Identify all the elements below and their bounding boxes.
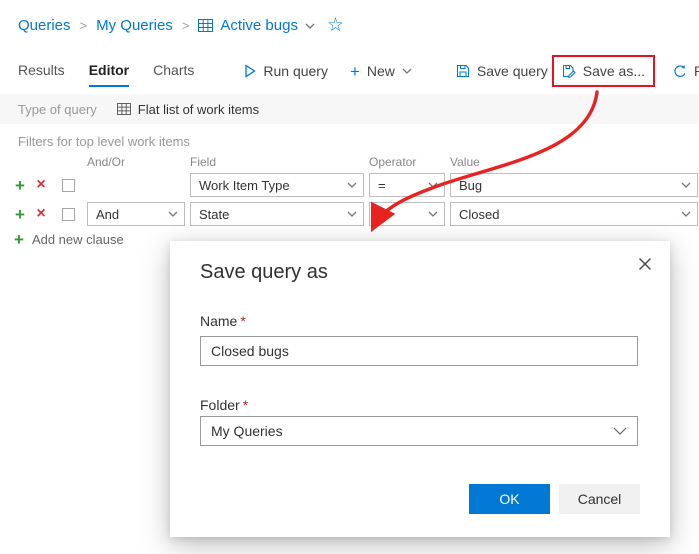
plus-icon: + — [349, 61, 360, 81]
operator-dropdown[interactable]: = — [369, 173, 445, 197]
new-label: New — [366, 63, 395, 79]
operator-value: = — [378, 177, 386, 193]
operator-value: = — [378, 206, 386, 222]
save-query-as-dialog: Save query as Name* Folder* My Queries O… — [170, 241, 670, 537]
andor-value: And — [96, 206, 120, 222]
value-value: Closed — [459, 206, 500, 222]
field-value: Work Item Type — [199, 177, 290, 193]
close-icon[interactable] — [638, 257, 652, 271]
dialog-title: Save query as — [200, 261, 328, 283]
save-query-button[interactable]: Save query — [456, 63, 548, 79]
column-header-andor: And/Or — [87, 155, 126, 169]
revert-button[interactable]: Re — [673, 63, 699, 79]
tab-charts[interactable]: Charts — [153, 55, 194, 87]
save-as-icon — [562, 64, 576, 78]
chevron-down-icon — [402, 68, 412, 74]
filter-row: + × And State = Closed — [12, 202, 698, 226]
query-type-bar: Type of query Flat list of work items — [0, 94, 699, 124]
value-dropdown[interactable]: Closed — [450, 202, 698, 226]
query-type-value[interactable]: Flat list of work items — [116, 101, 260, 117]
breadcrumb-separator: > — [79, 18, 88, 33]
column-header-operator: Operator — [369, 155, 417, 169]
tab-results[interactable]: Results — [18, 55, 65, 87]
query-name-input[interactable] — [200, 336, 638, 366]
filter-clause-grid: And/Or Field Operator Value + × Work Ite… — [12, 155, 698, 248]
required-asterisk: * — [240, 313, 246, 329]
remove-clause-icon[interactable]: × — [33, 177, 49, 193]
chevron-down-icon[interactable] — [305, 23, 315, 29]
breadcrumb-my-queries[interactable]: My Queries — [96, 17, 173, 34]
undo-icon — [673, 64, 687, 78]
chevron-down-icon — [681, 211, 691, 217]
save-icon — [456, 64, 470, 78]
favorite-star-icon[interactable]: ☆ — [327, 16, 344, 35]
folder-field-label: Folder * — [200, 397, 248, 413]
chevron-down-icon — [347, 211, 357, 217]
tabbar: Results Editor Charts Run query + New Sa… — [18, 55, 699, 87]
value-dropdown[interactable]: Bug — [450, 173, 698, 197]
breadcrumb-separator: > — [181, 18, 190, 33]
folder-selected-value: My Queries — [211, 423, 283, 439]
filter-header-row: And/Or Field Operator Value — [12, 155, 698, 169]
value-value: Bug — [459, 177, 483, 193]
name-field-label: Name * — [200, 313, 246, 329]
dialog-button-row: OK Cancel — [469, 484, 640, 514]
breadcrumb-current-query[interactable]: Active bugs — [198, 17, 315, 34]
andor-dropdown[interactable]: And — [87, 202, 185, 226]
save-as-label: Save as... — [582, 63, 646, 79]
insert-clause-icon[interactable]: + — [12, 206, 28, 223]
breadcrumb: Queries > My Queries > Active bugs ☆ — [18, 16, 344, 35]
chevron-down-icon — [681, 182, 691, 188]
column-header-field: Field — [190, 155, 217, 169]
ok-button[interactable]: OK — [469, 484, 550, 514]
play-icon — [244, 64, 257, 78]
flat-list-icon — [116, 103, 131, 115]
add-clause-plus-icon: + — [14, 230, 24, 249]
required-asterisk: * — [242, 397, 249, 413]
run-query-label: Run query — [263, 63, 328, 79]
remove-clause-icon[interactable]: × — [33, 206, 49, 222]
name-label-text: Name — [200, 313, 238, 329]
column-header-value: Value — [450, 155, 480, 169]
field-dropdown[interactable]: State — [190, 202, 364, 226]
cancel-button[interactable]: Cancel — [559, 484, 640, 514]
field-dropdown[interactable]: Work Item Type — [190, 173, 364, 197]
query-editor-page: Queries > My Queries > Active bugs ☆ Res… — [0, 0, 699, 554]
clause-checkbox[interactable] — [61, 178, 75, 192]
chevron-down-icon — [428, 211, 438, 217]
add-new-clause-button[interactable]: + Add new clause — [12, 231, 132, 248]
field-value: State — [199, 206, 230, 222]
folder-label-text: Folder — [200, 397, 240, 413]
folder-dropdown[interactable]: My Queries — [200, 416, 638, 446]
chevron-down-icon — [428, 182, 438, 188]
new-button[interactable]: + New — [350, 63, 412, 80]
operator-dropdown[interactable]: = — [369, 202, 445, 226]
query-type-label: Type of query — [18, 101, 97, 117]
tab-editor[interactable]: Editor — [88, 55, 130, 87]
filters-section-title: Filters for top level work items — [18, 134, 190, 149]
save-as-button[interactable]: Save as... — [551, 55, 656, 87]
filter-row: + × Work Item Type = Bug — [12, 173, 698, 197]
clause-checkbox[interactable] — [61, 207, 75, 221]
query-title: Active bugs — [220, 17, 298, 34]
insert-clause-icon[interactable]: + — [12, 177, 28, 194]
run-query-button[interactable]: Run query — [244, 63, 328, 79]
query-type-value-text: Flat list of work items — [137, 101, 260, 117]
flat-list-icon — [198, 19, 214, 32]
save-query-label: Save query — [476, 63, 548, 79]
breadcrumb-queries[interactable]: Queries — [18, 17, 71, 34]
chevron-down-icon — [168, 211, 178, 217]
add-clause-label: Add new clause — [31, 232, 124, 247]
chevron-down-icon — [613, 427, 627, 435]
revert-label: Re — [694, 63, 699, 79]
chevron-down-icon — [347, 182, 357, 188]
